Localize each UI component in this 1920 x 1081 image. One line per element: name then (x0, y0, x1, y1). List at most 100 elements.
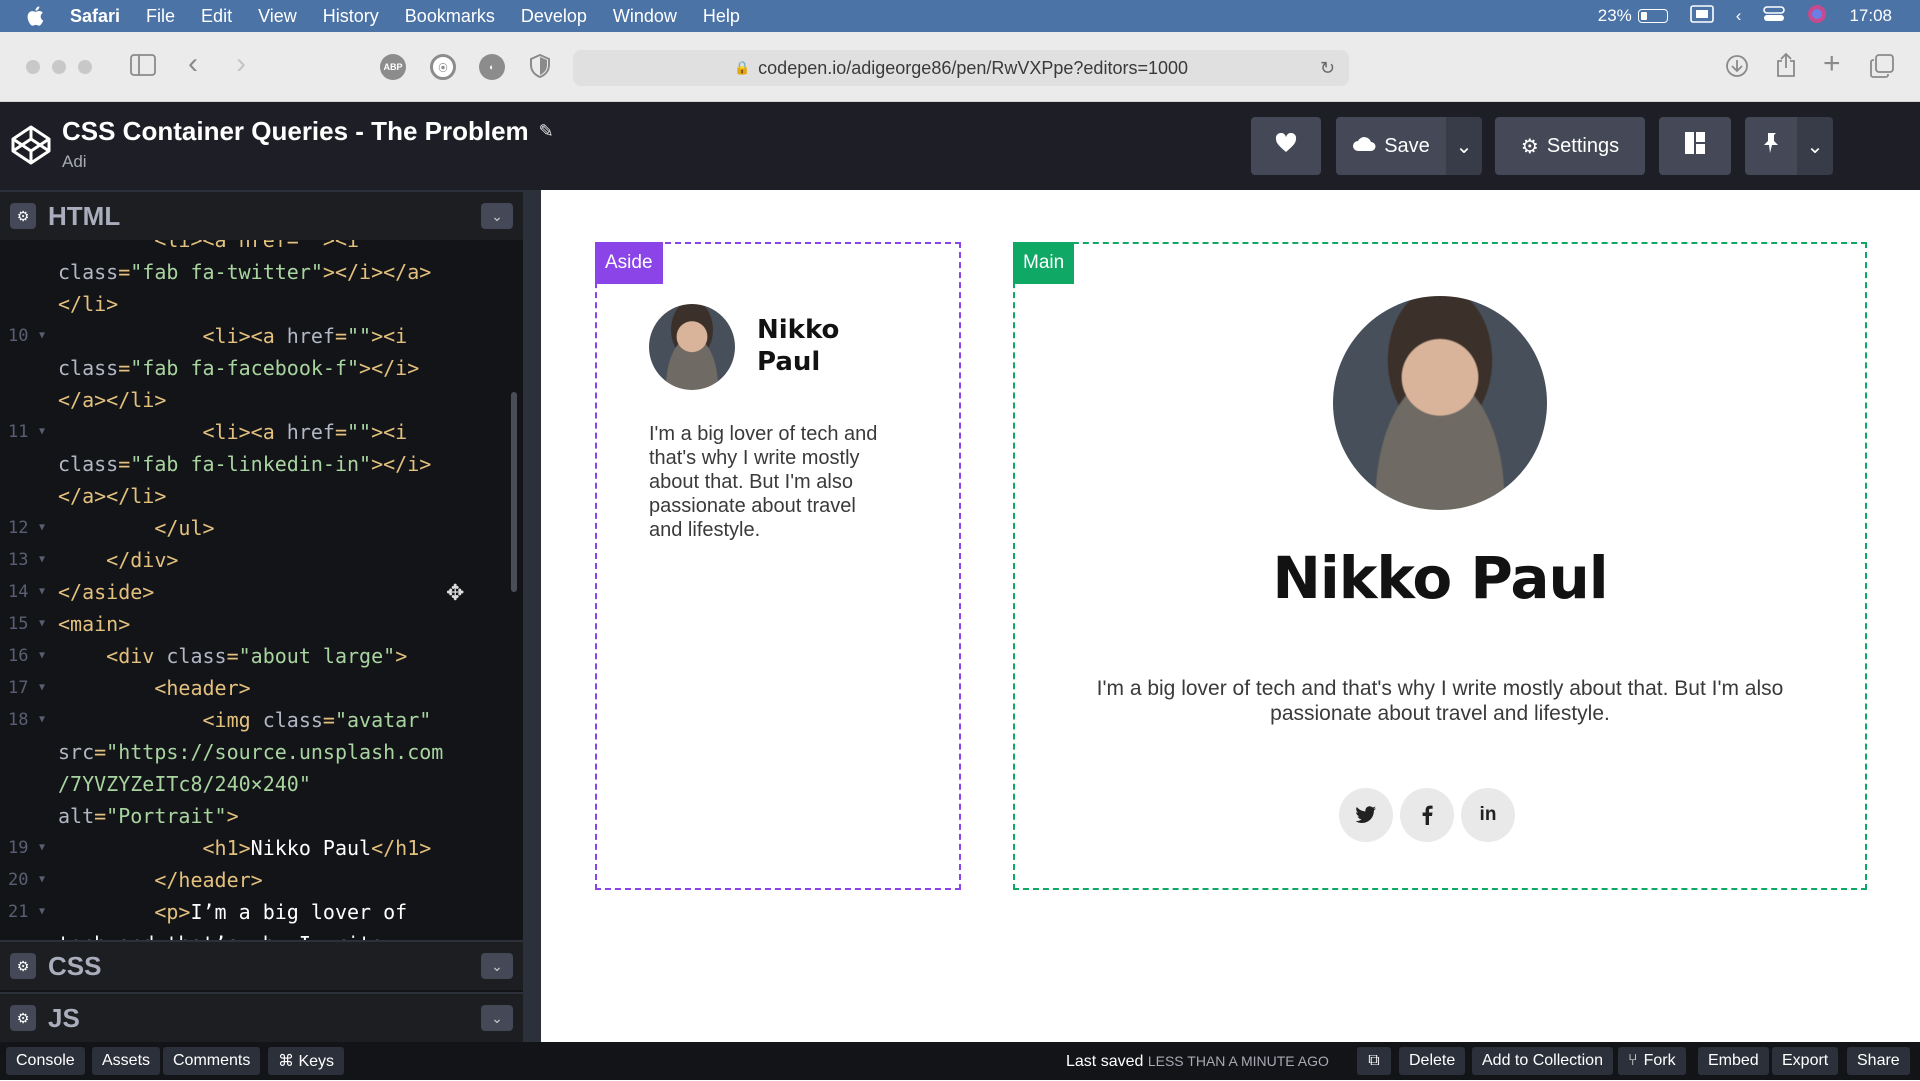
minimize-window-button[interactable] (52, 60, 66, 74)
menu-safari[interactable]: Safari (70, 6, 120, 27)
codepen-header: CSS Container Queries - The Problem ✎ Ad… (0, 102, 1920, 190)
reload-icon[interactable]: ↻ (1320, 58, 1335, 79)
menu-view[interactable]: View (258, 6, 297, 27)
share-button[interactable]: Share (1847, 1047, 1910, 1075)
battery-status[interactable]: 23% (1598, 6, 1668, 26)
code-token: </header> (58, 868, 263, 892)
code-scrollbar[interactable] (511, 392, 517, 592)
delete-button[interactable]: Delete (1399, 1047, 1466, 1075)
forward-icon[interactable]: › (236, 49, 246, 79)
html-code-editor[interactable]: <li><a href=""><i class="fab fa-twitter">… (0, 240, 515, 940)
adblock-icon[interactable]: ABP (380, 54, 406, 80)
code-token: = (226, 644, 239, 668)
code-line: 10 ▼ <li><a href=""><i (0, 320, 515, 352)
pin-options-button[interactable]: ⌄ (1797, 117, 1833, 175)
fold-arrow-icon[interactable]: ▼ (39, 896, 45, 928)
menu-bookmarks[interactable]: Bookmarks (405, 6, 495, 27)
love-button[interactable] (1251, 117, 1321, 175)
comments-button[interactable]: Comments (163, 1047, 261, 1075)
clock[interactable]: 17:08 (1849, 6, 1892, 26)
layout-button[interactable] (1659, 117, 1731, 175)
pen-author[interactable]: Adi (62, 152, 87, 172)
menu-window[interactable]: Window (613, 6, 677, 27)
pin-button[interactable] (1745, 117, 1797, 175)
bio-line: about that. But I'm also (649, 471, 853, 493)
fork-button[interactable]: ⑂ Fork (1618, 1047, 1686, 1075)
tab-overview-icon[interactable] (1870, 54, 1894, 83)
fold-arrow-icon[interactable]: ▼ (39, 704, 45, 736)
add-to-collection-button[interactable]: Add to Collection (1472, 1047, 1613, 1075)
code-token: tech and that’s why I write (58, 932, 383, 940)
gear-icon[interactable]: ⚙ (10, 953, 36, 979)
zoom-window-button[interactable] (78, 60, 92, 74)
gear-icon[interactable]: ⚙ (10, 1005, 36, 1031)
control-center-icon[interactable] (1763, 5, 1786, 28)
menu-bar: Safari File Edit View History Bookmarks … (0, 0, 1920, 32)
html-panel-header[interactable]: ⚙ HTML ⌄ (0, 190, 523, 240)
screen-mirroring-icon[interactable] (1689, 4, 1714, 28)
chevron-left-icon[interactable]: ‹ (1736, 6, 1742, 26)
extension-icon[interactable]: ◐ (479, 54, 505, 80)
save-button[interactable]: Save (1336, 117, 1446, 175)
downloads-icon[interactable] (1725, 54, 1749, 83)
line-number: 16 (8, 646, 29, 666)
chevron-down-icon[interactable]: ⌄ (481, 1005, 513, 1031)
fold-arrow-icon[interactable]: ▼ (39, 544, 45, 576)
js-panel-header[interactable]: ⚙ JS ⌄ (0, 992, 523, 1042)
fold-arrow-icon[interactable]: ▼ (39, 416, 45, 448)
code-token: "avatar" (334, 708, 432, 732)
facebook-icon[interactable] (1400, 788, 1454, 842)
menu-file[interactable]: File (146, 6, 175, 27)
password-icon[interactable]: ⦿ (430, 54, 456, 80)
fold-arrow-icon[interactable]: ▼ (39, 608, 45, 640)
fold-arrow-icon[interactable]: ▼ (39, 864, 45, 896)
twitter-icon[interactable] (1339, 788, 1393, 842)
css-panel-header[interactable]: ⚙ CSS ⌄ (0, 940, 523, 990)
fold-arrow-icon[interactable]: ▼ (39, 672, 45, 704)
fold-arrow-icon[interactable]: ▼ (39, 640, 45, 672)
pane-resizer[interactable] (523, 190, 541, 1042)
share-icon[interactable] (1775, 52, 1797, 83)
code-line: /7YVZYZeITc8/240×240" (0, 768, 515, 800)
menu-develop[interactable]: Develop (521, 6, 587, 27)
settings-button[interactable]: ⚙ Settings (1495, 117, 1645, 175)
fold-arrow-icon[interactable]: ▼ (39, 512, 45, 544)
sidebar-icon[interactable] (130, 54, 156, 81)
export-button[interactable]: Export (1772, 1047, 1839, 1075)
pencil-icon[interactable]: ✎ (539, 121, 554, 142)
siri-icon[interactable] (1807, 4, 1827, 29)
new-tab-icon[interactable]: + (1823, 49, 1841, 79)
settings-label: Settings (1546, 134, 1620, 157)
chevron-down-icon: ⌄ (1455, 135, 1473, 158)
code-text: </ul> (58, 512, 214, 544)
embed-button[interactable]: Embed (1698, 1047, 1769, 1075)
menu-history[interactable]: History (323, 6, 379, 27)
assets-button[interactable]: Assets (92, 1047, 161, 1075)
codepen-logo-icon[interactable] (10, 124, 52, 166)
code-text: <h1>Nikko Paul</h1> (58, 832, 431, 864)
apple-icon[interactable] (26, 6, 48, 26)
open-external-icon[interactable]: ⧉ (1357, 1047, 1391, 1075)
shield-icon[interactable] (530, 53, 550, 83)
code-token: "" (347, 324, 372, 348)
code-token: </li> (58, 292, 119, 316)
close-window-button[interactable] (26, 60, 40, 74)
pen-title[interactable]: CSS Container Queries - The Problem ✎ (62, 116, 554, 147)
gear-icon[interactable]: ⚙ (10, 203, 36, 229)
save-options-button[interactable]: ⌄ (1446, 117, 1482, 175)
menu-edit[interactable]: Edit (201, 6, 232, 27)
back-icon[interactable]: ‹ (188, 49, 198, 79)
fold-arrow-icon[interactable]: ▼ (39, 832, 45, 864)
chevron-down-icon[interactable]: ⌄ (481, 203, 513, 229)
move-cursor-icon: ✥ (446, 580, 465, 605)
fold-arrow-icon[interactable]: ▼ (39, 576, 45, 608)
linkedin-icon[interactable]: in (1461, 788, 1515, 842)
fold-arrow-icon[interactable]: ▼ (39, 320, 45, 352)
code-text: <li><a href=""><i (58, 240, 359, 256)
menu-help[interactable]: Help (703, 6, 740, 27)
code-text: class="fab fa-facebook-f"></i> (58, 352, 419, 384)
chevron-down-icon[interactable]: ⌄ (481, 953, 513, 979)
address-bar[interactable]: 🔒 codepen.io/adigeorge86/pen/RwVXPpe?edi… (573, 50, 1349, 86)
console-button[interactable]: Console (6, 1047, 85, 1075)
keys-button[interactable]: ⌘ Keys (268, 1047, 345, 1075)
